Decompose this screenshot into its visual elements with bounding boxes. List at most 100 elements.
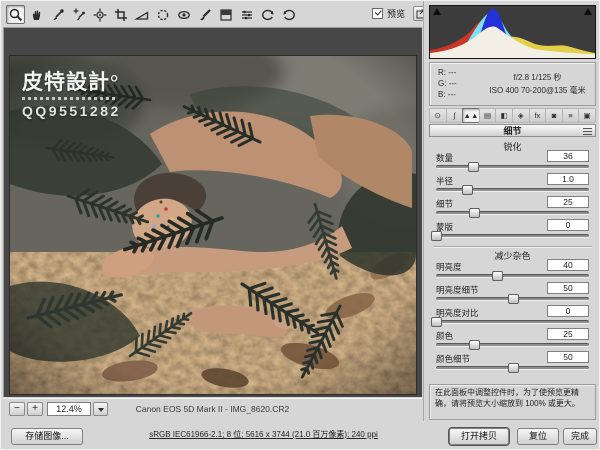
- camera-icon: ◙: [552, 111, 557, 120]
- watermark-title: 皮特設計°: [22, 66, 121, 96]
- slider-thumb[interactable]: [469, 208, 480, 218]
- slider-label: 明亮度对比: [436, 307, 479, 319]
- slider-thumb[interactable]: [469, 340, 480, 350]
- toolbar: [3, 3, 423, 26]
- slider-label: 明亮度细节: [436, 284, 479, 296]
- reset-button[interactable]: 复位: [517, 428, 559, 445]
- panel-title-bar: 细节: [429, 124, 596, 137]
- sharpen-icon: ▲▲: [464, 111, 479, 120]
- workflow-options-link[interactable]: sRGB IEC61966-2.1; 8 位; 5616 x 3744 (21.…: [91, 429, 436, 440]
- zoom-hint-note: 在此面板中调整控件时，为了使预览更精确，请将预览大小缩放到 100% 或更大。: [429, 384, 596, 420]
- slider-track[interactable]: [436, 165, 589, 169]
- g-label: G:: [438, 79, 446, 88]
- hsl-icon: ▤: [484, 111, 491, 120]
- check-icon: [375, 8, 382, 15]
- slider-thumb[interactable]: [468, 162, 479, 172]
- slider-value-input[interactable]: 40: [547, 259, 589, 271]
- save-image-button[interactable]: 存储图像...: [11, 428, 83, 445]
- watermark-subtitle-line: [22, 97, 118, 100]
- exposure-line: f/2.8 1/125 秒: [480, 71, 595, 84]
- spot-removal-tool[interactable]: [153, 5, 172, 24]
- slider-value-input[interactable]: 0: [547, 305, 589, 317]
- presets-icon: ≡: [568, 111, 572, 120]
- slider-value-input[interactable]: 50: [547, 282, 589, 294]
- slider-value-input[interactable]: 25: [547, 196, 589, 208]
- b-label: B:: [438, 90, 446, 99]
- done-button[interactable]: 完成: [563, 428, 597, 445]
- aperture-icon: ⊙: [435, 111, 441, 120]
- zoom-tool[interactable]: [6, 5, 25, 24]
- rgb-readout: R: --- G: --- B: ---: [430, 63, 480, 105]
- footer-bar: 存储图像... sRGB IEC61966-2.1; 8 位; 5616 x 3…: [1, 421, 600, 450]
- b-value: ---: [448, 90, 456, 99]
- color-sampler-tool[interactable]: [69, 5, 88, 24]
- tab-tone-curve[interactable]: ∫: [446, 108, 463, 123]
- slider-thumb[interactable]: [492, 271, 503, 281]
- tab-camera-calibration[interactable]: ◙: [545, 108, 562, 123]
- highlight-clipping-toggle[interactable]: [584, 8, 592, 15]
- panel-flyout-menu-icon[interactable]: [583, 128, 592, 135]
- hand-tool[interactable]: [27, 5, 46, 24]
- tab-split-toning[interactable]: ◧: [495, 108, 512, 123]
- slider-track[interactable]: [436, 320, 589, 324]
- slider-value-input[interactable]: 36: [547, 150, 589, 162]
- slider-track[interactable]: [436, 211, 589, 215]
- tab-hsl-grayscale[interactable]: ▤: [479, 108, 496, 123]
- slider-track[interactable]: [436, 274, 589, 278]
- rotate-left-tool[interactable]: [258, 5, 277, 24]
- section-divider: [433, 246, 592, 247]
- slider-label: 颜色: [436, 330, 453, 342]
- graduated-filter-tool[interactable]: [216, 5, 235, 24]
- tab-basic[interactable]: ⊙: [429, 108, 446, 123]
- slider-track[interactable]: [436, 188, 589, 192]
- slider-row: 细节 25: [436, 198, 589, 219]
- slider-thumb[interactable]: [508, 363, 519, 373]
- slider-row: 明亮度对比 0: [436, 307, 589, 328]
- slider-track[interactable]: [436, 366, 589, 370]
- slider-value-input[interactable]: 1.0: [547, 173, 589, 185]
- filename-label: Canon EOS 5D Mark II - IMG_8620.CR2: [3, 404, 422, 414]
- shadow-clipping-toggle[interactable]: [433, 8, 441, 15]
- tab-detail[interactable]: ▲▲: [462, 108, 479, 123]
- preferences-tool[interactable]: [237, 5, 256, 24]
- preview-checkbox[interactable]: [372, 8, 383, 19]
- straighten-tool[interactable]: [132, 5, 151, 24]
- tab-presets[interactable]: ≡: [562, 108, 579, 123]
- slider-row: 颜色细节 50: [436, 353, 589, 374]
- slider-track[interactable]: [436, 234, 589, 238]
- rotate-right-tool[interactable]: [279, 5, 298, 24]
- red-eye-removal-tool[interactable]: [174, 5, 193, 24]
- slider-track[interactable]: [436, 297, 589, 301]
- slider-row: 明亮度细节 50: [436, 284, 589, 305]
- slider-label: 半径: [436, 175, 453, 187]
- slider-value-input[interactable]: 25: [547, 328, 589, 340]
- slider-track[interactable]: [436, 343, 589, 347]
- zoom-bar: − + 12.4% Canon EOS 5D Mark II - IMG_862…: [3, 398, 422, 419]
- slider-label: 细节: [436, 198, 453, 210]
- slider-row: 半径 1.0: [436, 175, 589, 196]
- slider-thumb[interactable]: [508, 294, 519, 304]
- slider-thumb[interactable]: [431, 317, 442, 327]
- targeted-adjustment-tool[interactable]: [90, 5, 109, 24]
- open-copy-button[interactable]: 打开拷贝: [449, 428, 509, 445]
- slider-value-input[interactable]: 50: [547, 351, 589, 363]
- crop-tool[interactable]: [111, 5, 130, 24]
- histogram: [429, 5, 596, 59]
- tab-lens-corrections[interactable]: ◈: [512, 108, 529, 123]
- photo-preview[interactable]: 皮特設計° QQ9551282: [10, 56, 416, 394]
- white-balance-tool[interactable]: [48, 5, 67, 24]
- preview-control: 预览: [372, 6, 429, 21]
- adjustment-brush-tool[interactable]: [195, 5, 214, 24]
- slider-label: 颜色细节: [436, 353, 470, 365]
- watermark-qq: QQ9551282: [22, 103, 121, 119]
- split-toning-icon: ◧: [501, 111, 508, 120]
- tab-snapshots[interactable]: ▣: [578, 108, 596, 123]
- r-value: ---: [448, 68, 456, 77]
- lens-icon: ◈: [518, 111, 524, 120]
- slider-value-input[interactable]: 0: [547, 219, 589, 231]
- slider-row: 明亮度 40: [436, 261, 589, 282]
- slider-thumb[interactable]: [431, 231, 442, 241]
- tab-effects[interactable]: fx: [529, 108, 546, 123]
- slider-thumb[interactable]: [462, 185, 473, 195]
- watermark: 皮特設計° QQ9551282: [22, 66, 121, 119]
